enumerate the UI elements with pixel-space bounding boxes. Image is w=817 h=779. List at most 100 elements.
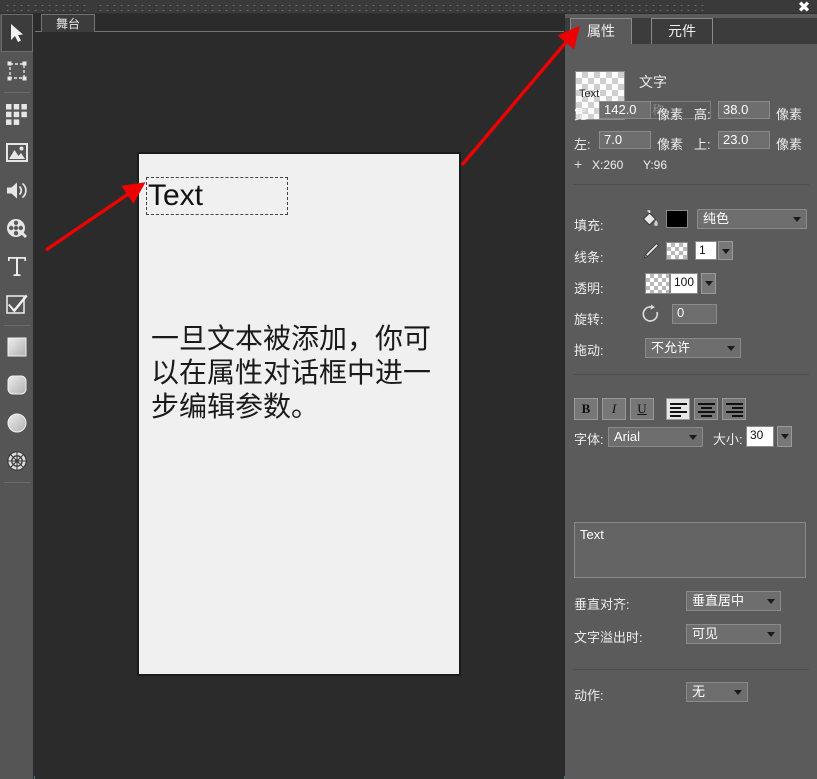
- underline-button[interactable]: U: [630, 398, 654, 420]
- chevron-down-icon: [767, 599, 775, 604]
- panel-tab-strip: 属性 元件: [565, 18, 817, 44]
- fill-mode-select[interactable]: 纯色: [697, 209, 807, 229]
- speaker-icon: [6, 181, 28, 200]
- italic-button[interactable]: I: [602, 398, 626, 420]
- checkbox-tool[interactable]: [1, 285, 33, 323]
- align-center-button[interactable]: [694, 398, 718, 420]
- opacity-spinner[interactable]: [701, 273, 716, 294]
- ellipse-tool[interactable]: [1, 404, 33, 442]
- globe-tool[interactable]: [1, 442, 33, 480]
- divider-1: [573, 184, 809, 185]
- tab-components[interactable]: 元件: [651, 18, 713, 44]
- chevron-down-icon: [689, 435, 697, 440]
- crosshair-icon: +: [574, 156, 582, 172]
- align-right-button[interactable]: [722, 398, 746, 420]
- chevron-down-icon: [767, 632, 775, 637]
- drag-label: 拖动:: [574, 340, 604, 359]
- fill-color-swatch[interactable]: [666, 210, 688, 228]
- canvas-body-copy: 一旦文本被添加，你可以在属性对话框中进一步编辑参数。: [151, 322, 453, 424]
- transform-tool[interactable]: [1, 52, 33, 90]
- size-label: 大小:: [713, 429, 743, 448]
- drag-value: 不允许: [651, 340, 690, 355]
- text-content-textarea[interactable]: [574, 522, 806, 578]
- properties-panel: 属性 元件 Text 文字 宽: 142.0 像素 高: 38.0 像素 左: …: [565, 14, 817, 779]
- chevron-down-icon: [781, 434, 789, 439]
- overflow-select[interactable]: 可见: [686, 624, 781, 644]
- toolbar-separator-3: [4, 482, 30, 483]
- font-size-input[interactable]: 30: [746, 426, 774, 447]
- width-label: 宽:: [574, 104, 591, 123]
- globe-wheel-icon: [6, 450, 28, 472]
- line-width-spinner[interactable]: [718, 241, 733, 260]
- object-type-label: 文字: [639, 72, 667, 92]
- chevron-down-icon: [722, 249, 730, 254]
- tab-properties[interactable]: 属性: [570, 18, 632, 44]
- rounded-rect-tool[interactable]: [1, 366, 33, 404]
- toolbar-separator-2: [4, 325, 30, 326]
- chevron-down-icon: [793, 217, 801, 222]
- opacity-input[interactable]: 100: [670, 273, 698, 294]
- rectangle-tool[interactable]: [1, 328, 33, 366]
- action-label: 动作:: [574, 685, 604, 704]
- audio-tool[interactable]: [1, 171, 33, 209]
- video-tool[interactable]: [1, 209, 33, 247]
- application-window: ✖: [0, 0, 817, 779]
- chevron-down-icon: [705, 281, 713, 286]
- image-icon: [6, 143, 28, 162]
- line-width-input[interactable]: 1: [695, 241, 717, 260]
- panel-content: Text 文字 宽: 142.0 像素 高: 38.0 像素 左: 7.0 像素…: [565, 44, 817, 779]
- action-select[interactable]: 无: [686, 682, 748, 702]
- height-input[interactable]: 38.0: [718, 101, 770, 119]
- rotate-label: 旋转:: [574, 309, 604, 328]
- tab-stage[interactable]: 舞台: [41, 14, 95, 32]
- width-input[interactable]: 142.0: [599, 101, 651, 119]
- square-icon: [6, 336, 28, 358]
- paint-bucket-icon[interactable]: [640, 210, 660, 234]
- font-size-spinner[interactable]: [777, 426, 792, 447]
- canvas-page[interactable]: Text 一旦文本被添加，你可以在属性对话框中进一步编辑参数。: [137, 152, 461, 676]
- stage-canvas-area[interactable]: Text 一旦文本被添加，你可以在属性对话框中进一步编辑参数。: [35, 32, 564, 779]
- line-label: 线条:: [574, 247, 604, 266]
- left-input[interactable]: 7.0: [599, 131, 651, 149]
- bold-button[interactable]: B: [574, 398, 598, 420]
- rotate-arrow-icon[interactable]: [641, 304, 661, 329]
- height-label: 高:: [694, 104, 711, 123]
- toolbar-separator-1: [4, 92, 30, 93]
- thumbnail-label: Text: [579, 88, 599, 100]
- stage-tab-strip: 舞台: [35, 14, 564, 32]
- line-color-swatch[interactable]: [666, 242, 688, 260]
- grid-tool[interactable]: [1, 95, 33, 133]
- left-toolbar: [0, 14, 34, 779]
- fill-mode-value: 纯色: [703, 211, 729, 226]
- text-tool[interactable]: [1, 247, 33, 285]
- vertical-align-select[interactable]: 垂直居中: [686, 591, 781, 611]
- select-tool[interactable]: [1, 14, 33, 52]
- left-label: 左:: [574, 134, 591, 153]
- pencil-icon[interactable]: [641, 242, 660, 266]
- top-unit: 像素: [776, 134, 802, 153]
- rotate-input[interactable]: 0: [672, 304, 717, 324]
- font-family-select[interactable]: Arial: [608, 427, 703, 447]
- canvas-text-object[interactable]: Text: [146, 177, 288, 215]
- circle-icon: [6, 412, 28, 434]
- chevron-down-icon: [727, 346, 735, 351]
- divider-3: [573, 669, 809, 670]
- y-readout: Y:96: [643, 158, 667, 172]
- image-tool[interactable]: [1, 133, 33, 171]
- vertical-align-label: 垂直对齐:: [574, 594, 630, 613]
- fill-label: 填充:: [574, 215, 604, 234]
- divider-2: [573, 374, 809, 375]
- overflow-label: 文字溢出时:: [574, 627, 643, 646]
- opacity-swatch[interactable]: [645, 273, 670, 294]
- drag-select[interactable]: 不允许: [645, 338, 741, 358]
- top-label: 上:: [694, 134, 711, 153]
- font-family-value: Arial: [614, 429, 640, 444]
- align-left-button[interactable]: [666, 398, 690, 420]
- left-unit: 像素: [657, 134, 683, 153]
- opacity-label: 透明:: [574, 278, 604, 297]
- top-input[interactable]: 23.0: [718, 131, 770, 149]
- film-reel-icon: [6, 218, 28, 239]
- x-readout: X:260: [592, 158, 623, 172]
- grip-dots-right: [96, 2, 708, 13]
- transform-frame-icon: [6, 60, 28, 82]
